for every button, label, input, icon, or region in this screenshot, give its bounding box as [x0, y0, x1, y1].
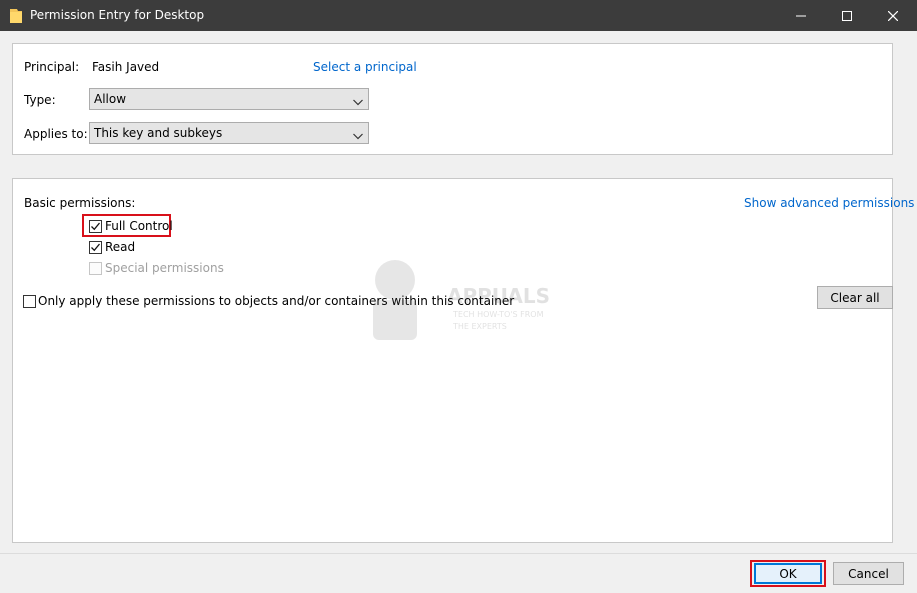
full-control-label[interactable]: Full Control [105, 219, 173, 233]
minimize-icon [796, 15, 806, 16]
principal-label: Principal: [24, 60, 80, 74]
read-label[interactable]: Read [105, 240, 135, 254]
read-checkbox[interactable] [89, 241, 102, 254]
principal-panel: Principal: Fasih Javed Select a principa… [12, 43, 893, 155]
title-bar[interactable]: Permission Entry for Desktop [0, 0, 917, 31]
appuals-watermark: APPUALS TECH HOW-TO'S FROM THE EXPERTS [355, 250, 555, 345]
checkmark-icon [91, 222, 100, 231]
footer-divider [0, 553, 917, 554]
chevron-down-icon [353, 95, 363, 109]
basic-permissions-heading: Basic permissions: [24, 196, 136, 210]
applies-to-label: Applies to: [24, 127, 88, 141]
maximize-icon [842, 10, 852, 21]
principal-value: Fasih Javed [92, 60, 160, 74]
watermark-tagline-2: THE EXPERTS [453, 322, 507, 331]
applies-to-selected-value: This key and subkeys [94, 126, 223, 140]
cancel-button[interactable]: Cancel [833, 562, 904, 585]
permissions-panel: Basic permissions: Show advanced permiss… [12, 178, 914, 543]
watermark-brand: APPUALS [447, 284, 551, 308]
permission-entry-dialog: Permission Entry for Desktop Principal: … [0, 0, 917, 593]
special-permissions-checkbox [89, 262, 102, 275]
only-apply-checkbox[interactable] [23, 295, 36, 308]
close-button[interactable] [870, 0, 916, 31]
window-title: Permission Entry for Desktop [30, 8, 205, 22]
special-permissions-label: Special permissions [105, 261, 224, 275]
chevron-down-icon [353, 129, 363, 143]
select-principal-link[interactable]: Select a principal [313, 60, 417, 74]
ok-button[interactable]: OK [754, 563, 822, 584]
close-icon [888, 10, 898, 21]
type-selected-value: Allow [94, 92, 127, 106]
clear-all-button[interactable]: Clear all [817, 286, 893, 309]
minimize-button[interactable] [778, 0, 824, 31]
watermark-tagline-1: TECH HOW-TO'S FROM [453, 310, 544, 319]
folder-icon [10, 8, 22, 23]
checkmark-icon [91, 243, 100, 252]
full-control-checkbox[interactable] [89, 220, 102, 233]
show-advanced-permissions-link[interactable]: Show advanced permissions [744, 196, 914, 210]
type-label: Type: [24, 93, 56, 107]
type-dropdown[interactable]: Allow [89, 88, 369, 110]
applies-to-dropdown[interactable]: This key and subkeys [89, 122, 369, 144]
maximize-button[interactable] [824, 0, 870, 31]
